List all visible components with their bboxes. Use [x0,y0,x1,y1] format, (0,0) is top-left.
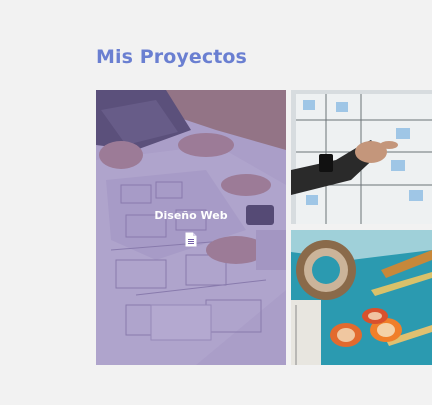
project-card-desk-tools[interactable] [291,230,432,365]
project-image-whiteboard [291,90,432,224]
project-image-desk-tools [291,230,432,365]
project-card-whiteboard[interactable] [291,90,432,224]
project-card-diseno-web[interactable]: Diseño Web [96,90,286,365]
project-title: Diseño Web [154,208,228,222]
document-icon [185,232,197,246]
project-overlay: Diseño Web [96,90,286,365]
section-title: Mis Proyectos [96,46,247,68]
